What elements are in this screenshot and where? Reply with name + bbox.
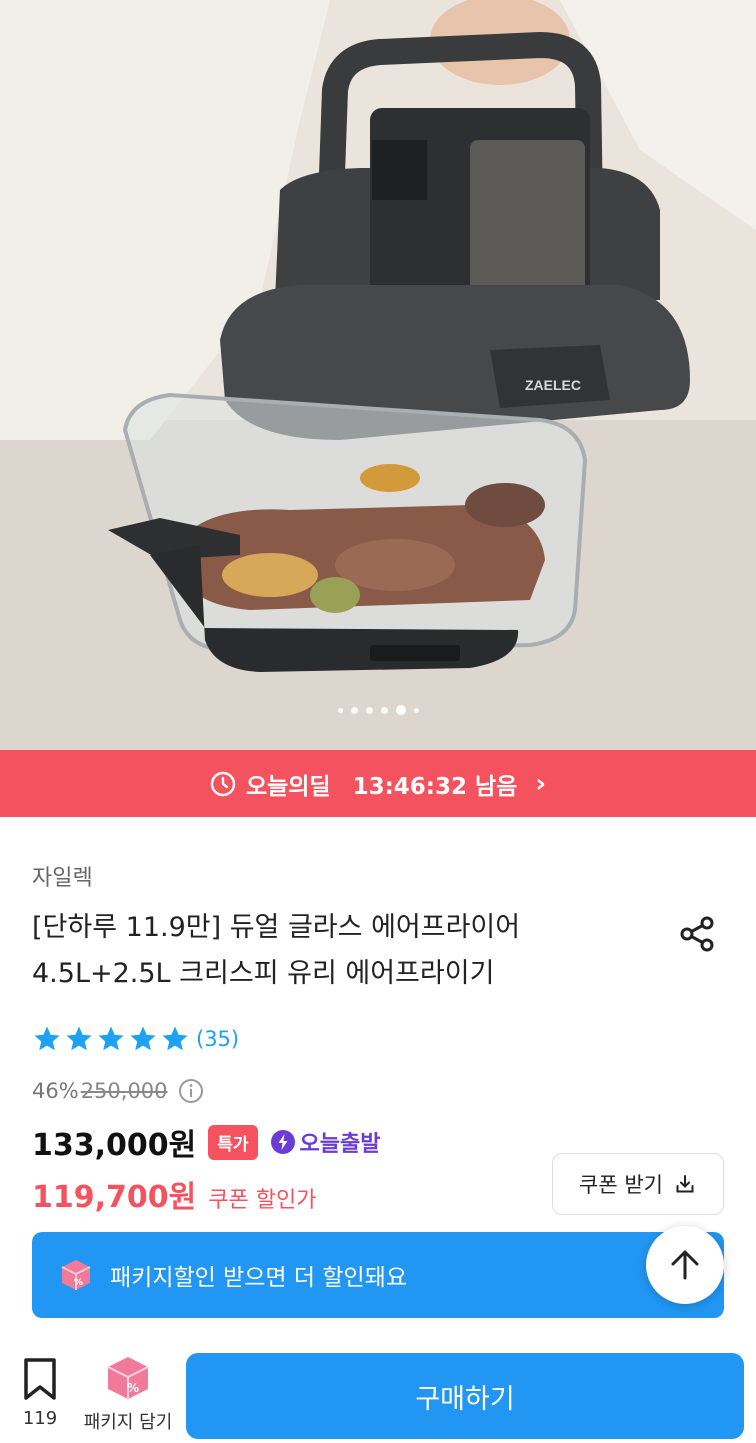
product-title-line2: 4.5L+2.5L 크리스피 유리 에어프라이기 bbox=[32, 958, 495, 989]
review-count[interactable]: (35) bbox=[196, 1027, 239, 1051]
scroll-to-top-button[interactable] bbox=[646, 1226, 724, 1304]
get-coupon-label: 쿠폰 받기 bbox=[579, 1173, 663, 1197]
zaelec-logo: ZAELEC bbox=[525, 377, 581, 393]
brand-name[interactable]: 자일렉 bbox=[32, 860, 93, 892]
carousel-dot[interactable] bbox=[337, 707, 343, 713]
sale-price: 133,000원 bbox=[32, 1128, 197, 1163]
buy-button[interactable]: 구매하기 bbox=[186, 1353, 744, 1439]
star-icon bbox=[34, 1026, 60, 1051]
carousel-dot[interactable] bbox=[413, 707, 419, 713]
star-icon bbox=[130, 1026, 156, 1051]
add-package-button[interactable]: % 패키지 담기 bbox=[78, 1354, 178, 1434]
carousel-dot[interactable] bbox=[380, 706, 388, 714]
carousel-dot[interactable] bbox=[365, 706, 373, 714]
todays-deal-banner[interactable]: 오늘의딜 13:46:32 남음 › bbox=[0, 750, 756, 817]
coupon-price-row: 119,700원 쿠폰 할인가 bbox=[32, 1172, 316, 1216]
bottom-action-bar: 119 % 패키지 담기 구매하기 bbox=[0, 1340, 756, 1443]
carousel-dot-active[interactable] bbox=[395, 705, 406, 715]
buy-button-label: 구매하기 bbox=[415, 1383, 515, 1415]
arrow-up-icon bbox=[671, 1250, 699, 1280]
info-icon[interactable] bbox=[178, 1078, 204, 1104]
product-title: [단하루 11.9만] 듀얼 글라스 에어프라이어 4.5L+2.5L 크리스피… bbox=[32, 905, 632, 997]
bookmark-icon bbox=[24, 1358, 56, 1400]
rating-row[interactable]: (35) bbox=[32, 1024, 239, 1054]
package-box-icon: % bbox=[107, 1357, 149, 1399]
star-icon bbox=[162, 1026, 188, 1051]
package-box-icon: % bbox=[61, 1260, 91, 1290]
special-price-badge: 특가 bbox=[208, 1124, 258, 1160]
clock-icon bbox=[210, 771, 236, 796]
star-icon bbox=[66, 1026, 92, 1051]
package-banner-text: 패키지할인 받으면 더 할인돼요 bbox=[110, 1265, 408, 1291]
today-shipping-label: 오늘출발 bbox=[299, 1132, 381, 1157]
bookmark-button[interactable]: 119 bbox=[18, 1356, 62, 1429]
add-package-label: 패키지 담기 bbox=[83, 1412, 173, 1433]
get-coupon-button[interactable]: 쿠폰 받기 bbox=[552, 1153, 724, 1215]
star-icon bbox=[98, 1026, 124, 1051]
air-fryer-illustration: ZAELEC bbox=[0, 0, 756, 750]
lightning-icon bbox=[270, 1130, 295, 1154]
today-shipping-badge: 오늘출발 bbox=[270, 1126, 381, 1158]
discount-row: 46% 250,000 bbox=[32, 1078, 204, 1104]
deal-label: 오늘의딜 bbox=[245, 773, 331, 800]
share-icon[interactable] bbox=[678, 914, 718, 954]
product-title-line1: [단하루 11.9만] 듀얼 글라스 에어프라이어 bbox=[32, 912, 521, 943]
bookmark-count: 119 bbox=[22, 1408, 58, 1429]
chevron-right-icon: › bbox=[535, 768, 547, 799]
svg-text:%: % bbox=[127, 1381, 139, 1395]
download-icon bbox=[676, 1175, 694, 1193]
package-discount-banner[interactable]: % 패키지할인 받으면 더 할인돼요 bbox=[32, 1232, 724, 1318]
coupon-price-label: 쿠폰 할인가 bbox=[208, 1188, 317, 1213]
product-image[interactable]: ZAELEC bbox=[0, 0, 756, 750]
deal-countdown: 13:46:32 남음 bbox=[352, 773, 518, 800]
price-row: 133,000원 특가 오늘출발 bbox=[32, 1120, 381, 1164]
original-price: 250,000 bbox=[80, 1079, 168, 1103]
discount-percent: 46% bbox=[32, 1079, 79, 1103]
svg-text:%: % bbox=[74, 1278, 83, 1288]
carousel-indicator[interactable] bbox=[0, 705, 756, 715]
coupon-price: 119,700원 bbox=[32, 1180, 197, 1215]
carousel-dot[interactable] bbox=[350, 706, 358, 714]
